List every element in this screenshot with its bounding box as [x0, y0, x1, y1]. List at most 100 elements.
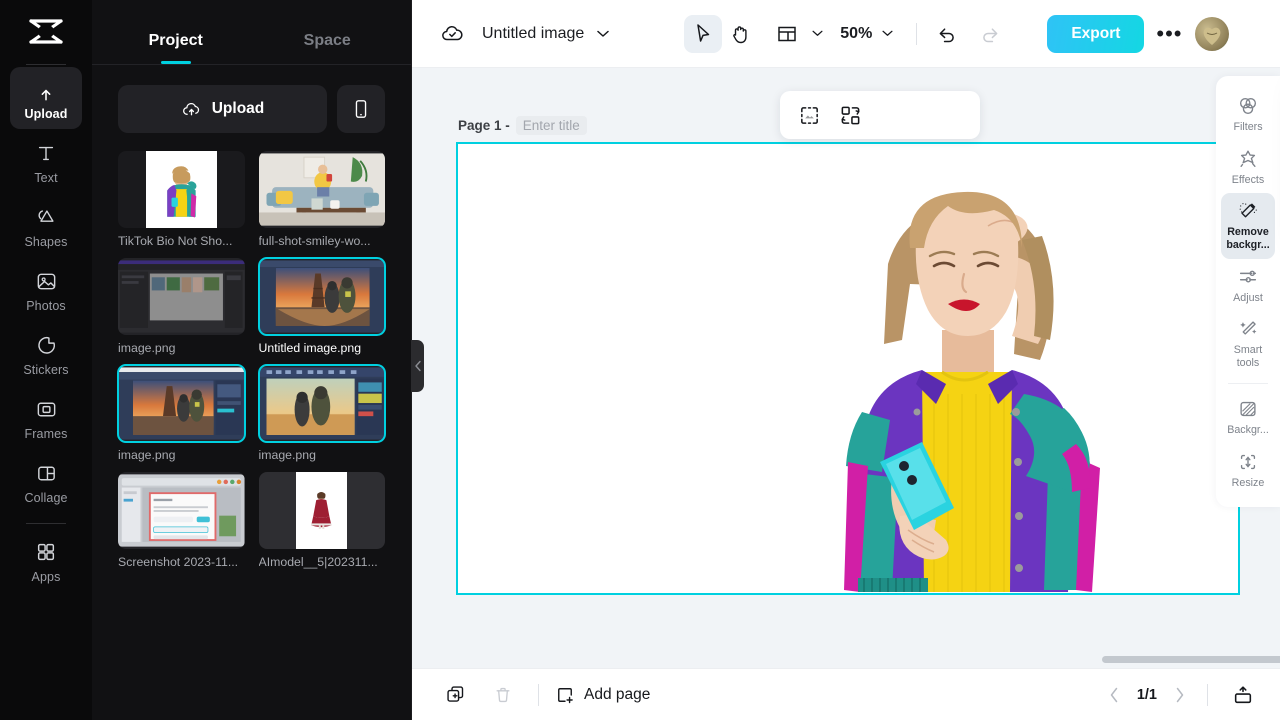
tool-rail-divider [1228, 383, 1268, 384]
top-toolbar: Untitled image [412, 0, 1280, 68]
tool-item-filters[interactable]: Filters [1221, 88, 1275, 141]
export-button[interactable]: Export [1047, 15, 1144, 53]
redo-icon[interactable] [971, 15, 1009, 53]
effects-icon [1237, 148, 1259, 170]
tab-space[interactable]: Space [252, 32, 404, 64]
thumbnail-image[interactable] [118, 472, 245, 549]
rail-label-frames: Frames [25, 427, 68, 441]
upload-icon [35, 76, 57, 102]
thumbnail-name: AImodel__5|202311... [259, 555, 386, 569]
bottom-divider-2 [1207, 684, 1208, 706]
timeline-panel-icon[interactable] [1224, 676, 1262, 714]
thumbnail-image[interactable] [259, 258, 386, 335]
thumbnail-item[interactable]: AImodel__5|202311... [259, 472, 386, 571]
photos-icon [35, 268, 58, 294]
rail-item-shapes[interactable]: Shapes [10, 195, 82, 257]
rail-label-photos: Photos [26, 299, 66, 313]
tool-item-remove-background[interactable]: Remove backgr... [1221, 193, 1275, 258]
rail-item-photos[interactable]: Photos [10, 259, 82, 321]
panel-collapse-handle[interactable] [411, 340, 424, 392]
thumbnail-image[interactable] [118, 151, 245, 228]
thumbnail-item[interactable]: TikTok Bio Not Sho... [118, 151, 245, 250]
thumbnail-item[interactable]: full-shot-smiley-wo... [259, 151, 386, 250]
toolbar-divider [916, 23, 917, 45]
thumbnail-image[interactable] [259, 472, 386, 549]
hand-pan-icon[interactable] [722, 15, 760, 53]
collage-icon [35, 460, 58, 486]
add-page-label: Add page [584, 686, 650, 704]
tool-label-effects: Effects [1232, 174, 1264, 187]
upload-thumbnail-grid: TikTok Bio Not Sho... [92, 133, 411, 571]
undo-icon[interactable] [927, 15, 965, 53]
more-options-button[interactable]: ••• [1144, 21, 1194, 47]
left-nav-rail: Upload Text Shapes [0, 0, 92, 720]
tool-item-adjust[interactable]: Adjust [1221, 259, 1275, 312]
cloud-upload-icon [181, 99, 202, 120]
tool-item-resize[interactable]: Resize [1221, 444, 1275, 497]
thumbnail-item[interactable]: image.png [118, 258, 245, 357]
rail-divider-bottom [26, 523, 66, 524]
rail-item-collage[interactable]: Collage [10, 451, 82, 513]
thumbnail-image[interactable] [259, 151, 386, 228]
stickers-icon [35, 332, 58, 358]
swap-replace-icon[interactable] [839, 104, 862, 127]
tab-project[interactable]: Project [100, 32, 252, 64]
chevron-down-icon[interactable] [584, 15, 622, 53]
prev-page-button[interactable] [1105, 687, 1123, 703]
thumbnail-item[interactable]: image.png [259, 365, 386, 464]
layout-caret-icon[interactable] [806, 15, 828, 53]
next-page-button[interactable] [1171, 687, 1189, 703]
canvas-area[interactable]: Page 1 - Enter title [412, 68, 1280, 668]
rail-item-stickers[interactable]: Stickers [10, 323, 82, 385]
background-icon [1237, 398, 1259, 420]
page-title-input[interactable]: Enter title [516, 116, 587, 135]
upload-from-phone-button[interactable] [337, 85, 385, 133]
apps-icon [35, 539, 57, 565]
bottom-divider [538, 684, 539, 706]
tool-label-background: Backgr... [1227, 424, 1269, 437]
thumbnail-image[interactable] [259, 365, 386, 442]
document-title[interactable]: Untitled image [482, 25, 584, 43]
project-panel: Project Space Upload [92, 0, 412, 720]
rail-item-upload[interactable]: Upload [10, 67, 82, 129]
tool-item-effects[interactable]: Effects [1221, 141, 1275, 194]
thumbnail-name: image.png [118, 448, 245, 462]
add-page-icon [555, 685, 575, 705]
crop-select-icon[interactable] [798, 104, 821, 127]
thumbnail-item[interactable]: image.png [118, 365, 245, 464]
cursor-select-icon[interactable] [684, 15, 722, 53]
upload-row: Upload [92, 65, 411, 133]
capcut-logo-icon[interactable] [23, 14, 69, 54]
main-area: Untitled image [412, 0, 1280, 720]
canvas-image-model[interactable] [776, 144, 1156, 593]
image-floating-toolbar [780, 91, 980, 139]
remove-bg-icon [1237, 200, 1259, 222]
rail-item-apps[interactable]: Apps [10, 530, 82, 592]
thumbnail-image[interactable] [118, 258, 245, 335]
horizontal-scrollbar[interactable] [1102, 656, 1280, 663]
avatar[interactable] [1195, 17, 1229, 51]
thumbnail-item[interactable]: Untitled image.png [259, 258, 386, 357]
page-indicator: 1/1 [1123, 687, 1171, 703]
duplicate-page-icon[interactable] [436, 676, 474, 714]
tool-label-adjust: Adjust [1233, 292, 1263, 305]
rail-label-shapes: Shapes [25, 235, 68, 249]
panel-tabs: Project Space [92, 0, 411, 64]
thumbnail-image[interactable] [118, 365, 245, 442]
tool-label-filters: Filters [1233, 121, 1262, 134]
cloud-saved-icon[interactable] [440, 22, 466, 46]
rail-item-text[interactable]: Text [10, 131, 82, 193]
tool-item-smart-tools[interactable]: Smart tools [1221, 311, 1275, 376]
thumbnail-item[interactable]: Screenshot 2023-11... [118, 472, 245, 571]
page-label: Page 1 - Enter title [458, 116, 587, 135]
layout-grid-icon[interactable] [768, 15, 806, 53]
upload-button[interactable]: Upload [118, 85, 327, 133]
tool-item-background[interactable]: Backgr... [1221, 391, 1275, 444]
zoom-level-label[interactable]: 50% [840, 25, 872, 43]
add-page-button[interactable]: Add page [555, 685, 650, 705]
rail-item-frames[interactable]: Frames [10, 387, 82, 449]
trash-icon[interactable] [484, 676, 522, 714]
artboard[interactable] [456, 142, 1240, 595]
zoom-caret-icon[interactable] [872, 15, 902, 53]
page-number-label: Page 1 - [458, 118, 510, 133]
